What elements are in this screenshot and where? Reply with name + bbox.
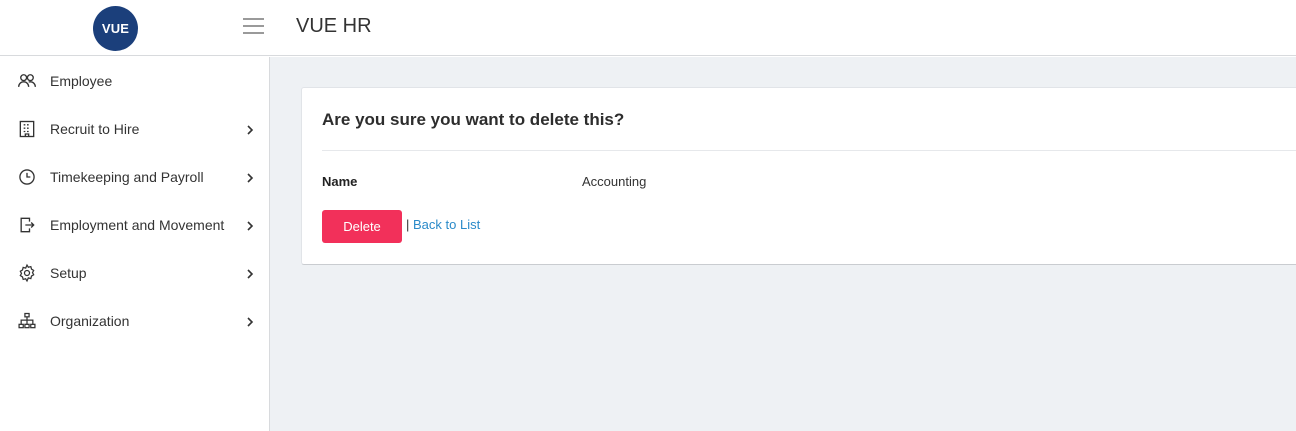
building-icon [16, 118, 38, 140]
sidebar-item-timekeeping-and-payroll[interactable]: Timekeeping and Payroll [0, 153, 269, 201]
link-separator: | [406, 217, 410, 232]
sidebar-item-label: Organization [50, 313, 130, 329]
top-bar: VUE VUE HR [0, 0, 1296, 56]
back-to-list-link[interactable]: Back to List [413, 217, 480, 232]
main-content: Are you sure you want to delete this? Na… [270, 57, 1296, 431]
clock-icon [16, 166, 38, 188]
hamburger-icon[interactable] [243, 18, 264, 36]
chevron-right-icon [244, 123, 256, 135]
sidebar-item-label: Setup [50, 265, 87, 281]
chevron-right-icon [244, 219, 256, 231]
page-title: Are you sure you want to delete this? [322, 110, 625, 129]
chevron-right-icon [244, 315, 256, 327]
gear-icon [16, 262, 38, 284]
sidebar-item-recruit-to-hire[interactable]: Recruit to Hire [0, 105, 269, 153]
name-field-label: Name [322, 174, 358, 189]
users-icon [16, 70, 38, 92]
sidebar-item-label: Employment and Movement [50, 217, 225, 233]
sidebar-item-label: Timekeeping and Payroll [50, 169, 204, 185]
delete-confirm-card: Are you sure you want to delete this? Na… [301, 87, 1296, 265]
delete-button[interactable]: Delete [322, 210, 402, 243]
sidebar: Employee Recruit to Hire Timekeeping and… [0, 57, 270, 431]
logo-text: VUE [101, 21, 130, 36]
sidebar-item-employment-and-movement[interactable]: Employment and Movement [0, 201, 269, 249]
sidebar-item-organization[interactable]: Organization [0, 297, 269, 345]
exit-icon [16, 214, 38, 236]
app-logo[interactable]: VUE [93, 6, 138, 51]
sidebar-item-label: Recruit to Hire [50, 121, 140, 137]
sidebar-item-label: Employee [50, 73, 113, 89]
sidebar-item-setup[interactable]: Setup [0, 249, 269, 297]
app-title: VUE HR [296, 15, 372, 37]
chevron-right-icon [244, 171, 256, 183]
divider [322, 150, 1296, 151]
chevron-right-icon [244, 267, 256, 279]
sidebar-item-employee[interactable]: Employee [0, 57, 269, 105]
name-field-value: Accounting [582, 174, 647, 189]
org-chart-icon [16, 310, 38, 332]
